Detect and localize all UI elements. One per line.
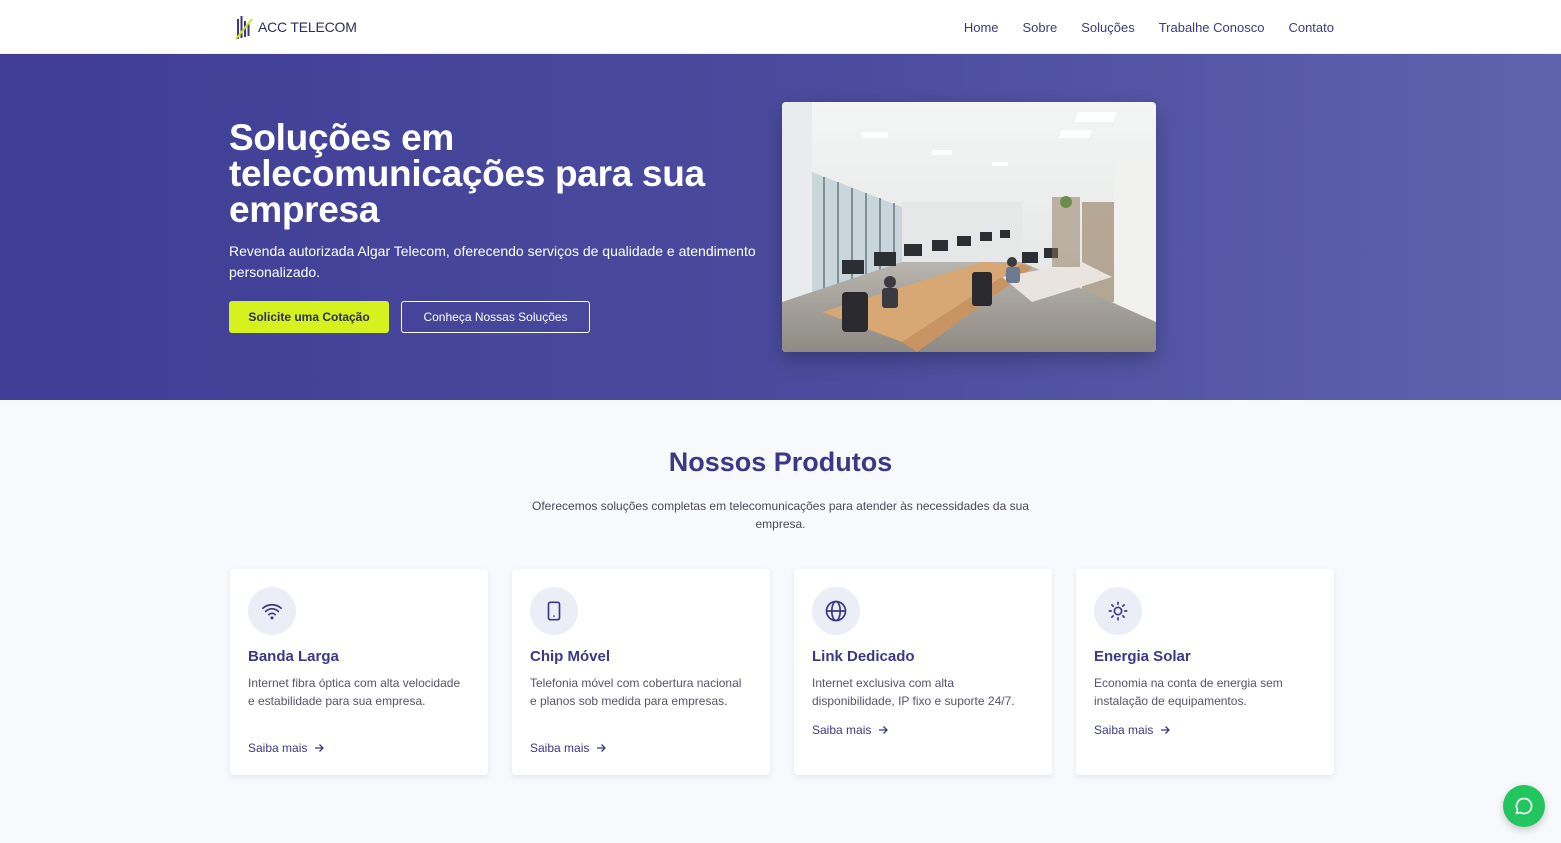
hero-subtitle: Revenda autorizada Algar Telecom, oferec… [229, 243, 756, 280]
nav-solucoes[interactable]: Soluções [1081, 20, 1134, 35]
saiba-mais-link[interactable]: Saiba mais [1094, 723, 1171, 737]
card-description: Internet exclusiva com alta disponibilid… [812, 676, 1015, 708]
request-quote-button[interactable]: Solicite uma Cotação [229, 301, 389, 333]
hero-title: Soluções em telecomunicações para sua em… [229, 117, 705, 230]
card-description: Economia na conta de energia sem instala… [1094, 676, 1283, 708]
nav-contato[interactable]: Contato [1288, 20, 1334, 35]
hero-section: Soluções em telecomunicações para sua em… [0, 54, 1561, 400]
products-description: Oferecemos soluções completas em telecom… [532, 499, 1029, 531]
office-photo [782, 102, 1156, 352]
saiba-mais-link[interactable]: Saiba mais [812, 723, 889, 737]
nav-sobre[interactable]: Sobre [1023, 20, 1058, 35]
link-label: Saiba mais [812, 723, 872, 737]
card-title: Banda Larga [248, 648, 339, 665]
card-description: Telefonia móvel com cobertura nacional e… [530, 676, 742, 708]
main-nav: Home Sobre Soluções Trabalhe Conosco Con… [964, 0, 1334, 54]
link-label: Saiba mais [1094, 723, 1154, 737]
card-title: Chip Móvel [530, 648, 611, 665]
wifi-icon [248, 587, 296, 635]
card-title: Link Dedicado [812, 648, 915, 665]
product-card-link-dedicado: Link Dedicado Internet exclusiva com alt… [794, 569, 1052, 775]
arrow-right-icon [597, 744, 607, 752]
logo[interactable]: ACC TELECOM [234, 12, 357, 42]
product-card-energia-solar: Energia Solar Economia na conta de energ… [1076, 569, 1334, 775]
nav-trabalhe-conosco[interactable]: Trabalhe Conosco [1159, 20, 1265, 35]
product-card-chip-movel: Chip Móvel Telefonia móvel com cobertura… [512, 569, 770, 775]
arrow-right-icon [879, 726, 889, 734]
saiba-mais-link[interactable]: Saiba mais [248, 741, 325, 755]
product-card-banda-larga: Banda Larga Internet fibra óptica com al… [230, 569, 488, 775]
logo-mark-icon [234, 13, 256, 41]
card-title: Energia Solar [1094, 648, 1191, 665]
solutions-button[interactable]: Conheça Nossas Soluções [401, 301, 590, 333]
card-description: Internet fibra óptica com alta velocidad… [248, 676, 461, 708]
smartphone-icon [530, 587, 578, 635]
chat-bubble-icon [1515, 797, 1533, 815]
chat-button[interactable] [1503, 785, 1545, 827]
globe-icon [812, 587, 860, 635]
sun-icon [1094, 587, 1142, 635]
logo-text: ACC TELECOM [258, 19, 357, 35]
nav-home[interactable]: Home [964, 20, 999, 35]
link-label: Saiba mais [248, 741, 308, 755]
site-header: ACC TELECOM Home Sobre Soluções Trabalhe… [0, 0, 1561, 54]
arrow-right-icon [315, 744, 325, 752]
link-label: Saiba mais [530, 741, 590, 755]
saiba-mais-link[interactable]: Saiba mais [530, 741, 607, 755]
arrow-right-icon [1161, 726, 1171, 734]
products-title: Nossos Produtos [668, 447, 893, 477]
